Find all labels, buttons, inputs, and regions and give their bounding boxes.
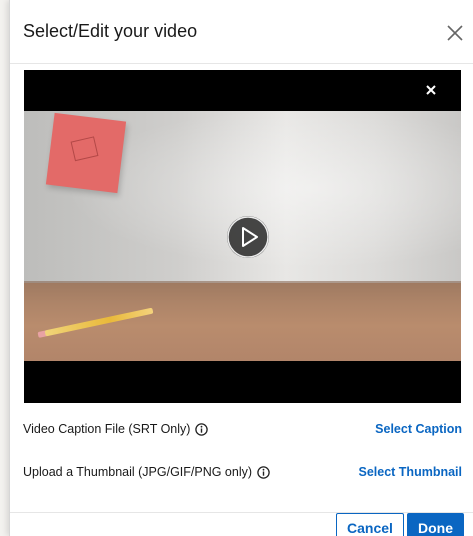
- remove-video-button[interactable]: [422, 81, 440, 99]
- sticky-note-image: [45, 112, 127, 194]
- caption-label-wrap: Video Caption File (SRT Only): [23, 422, 209, 436]
- caption-row: Video Caption File (SRT Only) Select Cap…: [23, 422, 462, 442]
- video-edit-modal: Select/Edit your video 8: [9, 0, 473, 536]
- close-icon: [426, 85, 436, 95]
- select-caption-button[interactable]: Select Caption: [375, 422, 462, 436]
- thumbnail-row: Upload a Thumbnail (JPG/GIF/PNG only) Se…: [23, 465, 462, 485]
- sticky-note-doodle: [70, 136, 99, 162]
- play-button[interactable]: [227, 216, 269, 258]
- caption-label: Video Caption File (SRT Only): [23, 422, 191, 436]
- modal-header: Select/Edit your video: [10, 0, 473, 64]
- modal-title: Select/Edit your video: [23, 21, 198, 41]
- close-modal-button[interactable]: [442, 20, 468, 46]
- thumbnail-label-wrap: Upload a Thumbnail (JPG/GIF/PNG only): [23, 465, 270, 479]
- select-thumbnail-button[interactable]: Select Thumbnail: [359, 465, 463, 479]
- play-icon: [227, 216, 269, 258]
- info-icon[interactable]: [195, 423, 209, 436]
- cancel-button[interactable]: Cancel: [336, 513, 404, 536]
- done-button[interactable]: Done: [407, 513, 464, 536]
- info-icon[interactable]: [257, 466, 270, 479]
- thumbnail-label: Upload a Thumbnail (JPG/GIF/PNG only): [23, 465, 253, 479]
- video-player[interactable]: 8: [24, 70, 461, 403]
- close-icon: [447, 25, 463, 41]
